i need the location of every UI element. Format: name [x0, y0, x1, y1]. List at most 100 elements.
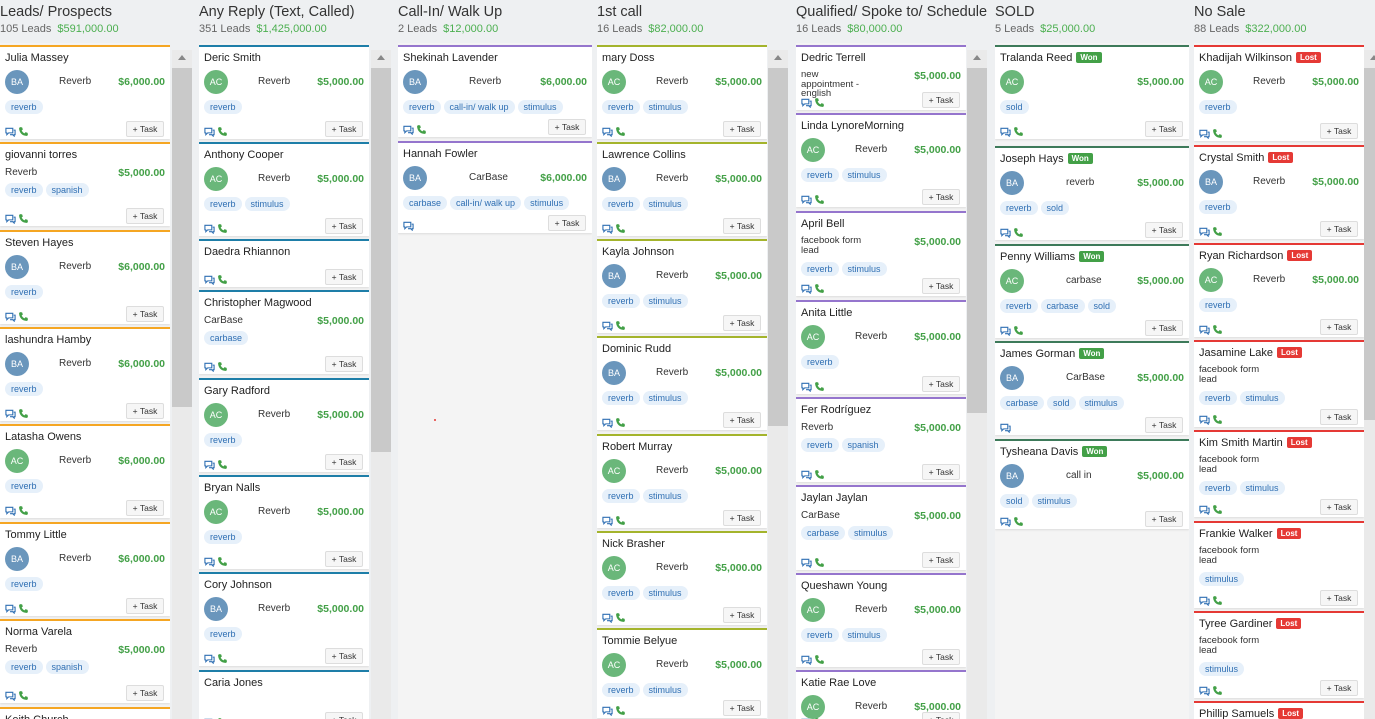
tag-reverb[interactable]: reverb: [403, 100, 441, 114]
lead-card[interactable]: Ryan Richardson Lost AC Reverb $5,000.00 reve…: [1194, 243, 1364, 337]
lead-name[interactable]: Ryan Richardson Lost: [1199, 250, 1313, 262]
tag-stimulus[interactable]: stimulus: [1239, 391, 1285, 405]
add-task-button[interactable]: + Task: [922, 712, 960, 719]
lead-name[interactable]: Nick Brasher: [602, 538, 665, 550]
phone-icon[interactable]: [217, 272, 228, 284]
phone-icon[interactable]: [1013, 225, 1024, 237]
lead-name[interactable]: Hannah Fowler: [403, 148, 478, 160]
lead-name[interactable]: Tommy Little: [5, 529, 67, 541]
lead-name[interactable]: April Bell: [801, 218, 844, 230]
phone-icon[interactable]: [615, 513, 626, 525]
phone-icon[interactable]: [615, 703, 626, 715]
add-task-button[interactable]: + Task: [325, 454, 363, 470]
add-task-button[interactable]: + Task: [325, 648, 363, 664]
tag-stimulus[interactable]: stimulus: [642, 100, 688, 114]
lead-card[interactable]: Anthony Cooper AC Reverb $5,000.00 reverb sti…: [199, 142, 369, 236]
lead-card[interactable]: Kayla Johnson BA Reverb $5,000.00 reverb stim…: [597, 239, 767, 333]
tag-spanish[interactable]: spanish: [45, 660, 89, 674]
phone-icon[interactable]: [615, 221, 626, 233]
phone-icon[interactable]: [615, 610, 626, 622]
lead-card[interactable]: giovanni torres Reverb $5,000.00 reverb span…: [0, 142, 170, 226]
phone-icon[interactable]: [1212, 502, 1223, 514]
lead-name[interactable]: Norma Varela: [5, 626, 72, 638]
column-scrollbar[interactable]: [172, 50, 192, 719]
lead-name[interactable]: Tyree Gardiner Lost: [1199, 618, 1302, 630]
add-task-button[interactable]: + Task: [922, 649, 960, 665]
add-task-button[interactable]: + Task: [1145, 417, 1183, 433]
scroll-thumb[interactable]: [967, 68, 987, 414]
chat-icon[interactable]: [1199, 412, 1210, 426]
add-task-button[interactable]: + Task: [325, 121, 363, 137]
chat-icon[interactable]: [602, 513, 613, 527]
lead-name[interactable]: James Gorman Won: [1000, 348, 1105, 360]
tag-call-in-walk-up[interactable]: call-in/ walk up: [443, 100, 515, 114]
lead-card[interactable]: Tysheana Davis Won BA call in $5,000.00 sold s…: [995, 439, 1189, 529]
phone-icon[interactable]: [217, 651, 228, 663]
tag-reverb[interactable]: reverb: [5, 660, 43, 674]
phone-icon[interactable]: [18, 309, 29, 321]
lead-card[interactable]: Latasha Owens AC Reverb $6,000.00 reverb + Ta…: [0, 424, 170, 518]
lead-name[interactable]: Cory Johnson: [204, 579, 272, 591]
tag-reverb[interactable]: reverb: [1199, 100, 1237, 114]
chat-icon[interactable]: [801, 467, 812, 481]
lead-card[interactable]: Tyree Gardiner Lost facebook form lead stim…: [1194, 611, 1364, 698]
tag-stimulus[interactable]: stimulus: [642, 586, 688, 600]
lead-card[interactable]: lashundra Hamby BA Reverb $6,000.00 reverb + …: [0, 327, 170, 421]
tag-reverb[interactable]: reverb: [1000, 201, 1038, 215]
lead-card[interactable]: Christopher Magwood CarBase $5,000.00 carba…: [199, 290, 369, 374]
tag-carbase[interactable]: carbase: [801, 526, 846, 540]
chat-icon[interactable]: [602, 318, 613, 332]
tag-reverb[interactable]: reverb: [204, 197, 242, 211]
chat-icon[interactable]: [801, 715, 812, 719]
phone-icon[interactable]: [1212, 224, 1223, 236]
scroll-up-arrow[interactable]: [1370, 55, 1375, 60]
add-task-button[interactable]: + Task: [325, 356, 363, 372]
chat-icon[interactable]: [602, 610, 613, 624]
lead-name[interactable]: Joseph Hays Won: [1000, 153, 1093, 165]
chat-icon[interactable]: [602, 703, 613, 717]
tag-stimulus[interactable]: stimulus: [841, 262, 887, 276]
chat-icon[interactable]: [801, 652, 812, 666]
tag-reverb[interactable]: reverb: [5, 577, 43, 591]
scroll-thumb[interactable]: [172, 68, 192, 407]
lead-name[interactable]: Penny Williams Won: [1000, 251, 1105, 263]
lead-name[interactable]: Crystal Smith Lost: [1199, 152, 1294, 164]
lead-card[interactable]: Norma Varela Reverb $5,000.00 reverb spanish…: [0, 619, 170, 703]
lead-card[interactable]: Robert Murray AC Reverb $5,000.00 reverb stim…: [597, 434, 767, 528]
lead-name[interactable]: Phillip Samuels Lost: [1199, 708, 1304, 719]
tag-spanish[interactable]: spanish: [841, 438, 885, 452]
tag-stimulus[interactable]: stimulus: [642, 683, 688, 697]
phone-icon[interactable]: [18, 688, 29, 700]
lead-name[interactable]: Lawrence Collins: [602, 149, 686, 161]
chat-icon[interactable]: [5, 309, 16, 323]
lead-card[interactable]: Joseph Hays Won BA reverb $5,000.00 reverb sol…: [995, 146, 1189, 240]
lead-card[interactable]: Deric Smith AC Reverb $5,000.00 reverb + Task: [199, 45, 369, 139]
lead-name[interactable]: Gary Radford: [204, 385, 270, 397]
chat-icon[interactable]: [801, 281, 812, 295]
lead-card[interactable]: Jaylan Jaylan CarBase $5,000.00 carbase stim…: [796, 485, 966, 570]
lead-card[interactable]: mary Doss AC Reverb $5,000.00 reverb stimulus…: [597, 45, 767, 139]
tag-reverb[interactable]: reverb: [204, 433, 242, 447]
lead-card[interactable]: Keith Church: [0, 707, 170, 719]
phone-icon[interactable]: [217, 124, 228, 136]
add-task-button[interactable]: + Task: [1145, 320, 1183, 336]
chat-icon[interactable]: [801, 555, 812, 569]
add-task-button[interactable]: + Task: [548, 215, 586, 231]
add-task-button[interactable]: + Task: [723, 121, 761, 137]
add-task-button[interactable]: + Task: [126, 208, 164, 224]
chat-icon[interactable]: [204, 715, 215, 719]
lead-card[interactable]: Frankie Walker Lost facebook form lead stim…: [1194, 521, 1364, 608]
tag-reverb[interactable]: reverb: [5, 100, 43, 114]
tag-spanish[interactable]: spanish: [45, 183, 89, 197]
lead-name[interactable]: Jasamine Lake Lost: [1199, 347, 1302, 359]
chat-icon[interactable]: [1000, 420, 1011, 434]
chat-icon[interactable]: [204, 221, 215, 235]
phone-icon[interactable]: [18, 503, 29, 515]
chat-icon[interactable]: [5, 406, 16, 420]
add-task-button[interactable]: + Task: [126, 121, 164, 137]
tag-reverb[interactable]: reverb: [801, 628, 839, 642]
lead-card[interactable]: Dominic Rudd BA Reverb $5,000.00 reverb stimu…: [597, 336, 767, 430]
lead-name[interactable]: Shekinah Lavender: [403, 52, 498, 64]
tag-reverb[interactable]: reverb: [801, 262, 839, 276]
phone-icon[interactable]: [217, 715, 228, 719]
